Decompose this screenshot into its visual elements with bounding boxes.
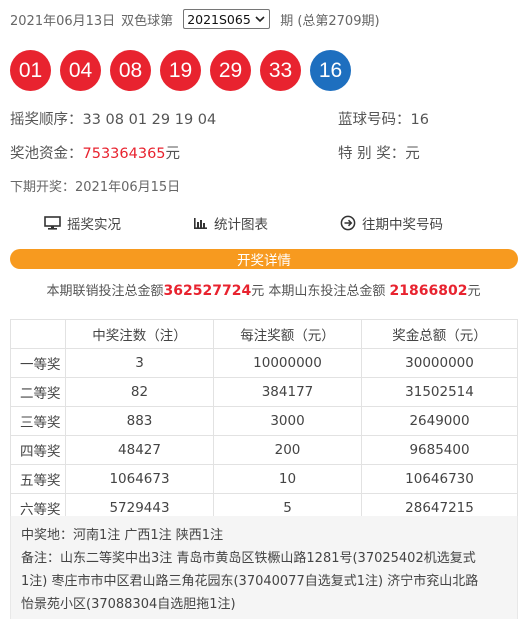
red-ball-1: 01 (10, 50, 51, 91)
prize-per-ticket: 3000 (213, 406, 362, 436)
table-row: 五等奖 1064673 10 10646730 (10, 464, 518, 494)
remarks-line: 怡景苑小区(37088304自选胆拖1注) (21, 597, 236, 612)
lottery-name: 双色球第 (121, 13, 174, 29)
table-row: 二等奖 82 384177 31502514 (10, 377, 518, 407)
prize-rank: 二等奖 (10, 377, 66, 407)
red-ball-4: 19 (160, 50, 201, 91)
table-header (10, 319, 66, 349)
blue-number-value: 16 (410, 112, 429, 128)
table-header: 每注奖额（元） (213, 319, 362, 349)
winner-count: 82 (65, 377, 214, 407)
prize-total: 30000000 (361, 348, 518, 378)
issue-select-value: 2021S065 (187, 11, 251, 27)
red-ball-3: 08 (110, 50, 151, 91)
red-ball-5: 29 (210, 50, 251, 91)
table-header-row: 中奖注数（注） 每注奖额（元） 奖金总额（元） (10, 319, 518, 349)
prize-per-ticket: 384177 (213, 377, 362, 407)
prize-table: 中奖注数（注） 每注奖额（元） 奖金总额（元） 一等奖 3 10000000 3… (10, 319, 518, 523)
local-sales-unit: 元 (467, 284, 481, 299)
nav-live-draw[interactable]: 摇奖实况 (44, 213, 121, 233)
chevron-down-icon (255, 16, 265, 23)
special-prize: 特 别 奖：元 (338, 142, 420, 163)
winner-count: 1064673 (65, 464, 214, 494)
local-sales-value: 21866802 (389, 283, 468, 299)
national-sales-label: 本期联销投注总金额 (46, 284, 164, 299)
prize-per-ticket: 200 (213, 435, 362, 465)
draw-details-bar[interactable]: 开奖详情 (10, 249, 518, 269)
prize-total: 10646730 (361, 464, 518, 494)
table-header: 奖金总额（元） (361, 319, 518, 349)
nav-past-numbers-label: 往期中奖号码 (362, 217, 443, 233)
notes-box: 中奖地：河南1注 广西1注 陕西1注 备注：山东二等奖中出3注 青岛市黄岛区铁橛… (10, 516, 518, 619)
prize-rank: 四等奖 (10, 435, 66, 465)
winners-location: 中奖地：河南1注 广西1注 陕西1注 (21, 528, 224, 543)
prize-total: 2649000 (361, 406, 518, 436)
draw-order-label: 摇奖顺序： (10, 112, 83, 128)
draw-header: 2021年06月13日 双色球第 2021S065 期 (总第2709期) (10, 9, 380, 29)
prize-pool-unit: 元 (165, 146, 181, 162)
prize-pool-value: 753364365 (82, 146, 166, 162)
nav-row: 摇奖实况 统计图表 往期中奖号码 (0, 213, 527, 235)
winner-count: 48427 (65, 435, 214, 465)
blue-number-label: 蓝球号码： (338, 112, 411, 128)
prize-rank: 一等奖 (10, 348, 66, 378)
red-ball-2: 04 (60, 50, 101, 91)
special-prize-label: 特 别 奖： (338, 146, 406, 162)
draw-order: 摇奖顺序：33 08 01 29 19 04 (10, 108, 216, 129)
monitor-icon (44, 216, 61, 230)
local-sales-label: 本期山东投注总金额 (264, 284, 390, 299)
nav-statistics-chart-label: 统计图表 (214, 217, 268, 233)
winner-count: 883 (65, 406, 214, 436)
bar-chart-icon (194, 218, 207, 229)
special-prize-unit: 元 (405, 146, 420, 162)
remarks-line: 备注：山东二等奖中出3注 青岛市黄岛区铁橛山路1281号(37025402机选复… (21, 551, 476, 566)
national-sales-value: 362527724 (163, 283, 252, 299)
prize-per-ticket: 10000000 (213, 348, 362, 378)
draw-order-value: 33 08 01 29 19 04 (82, 112, 217, 128)
next-draw: 下期开奖：2021年06月15日 (10, 180, 181, 195)
nav-past-numbers[interactable]: 往期中奖号码 (340, 213, 443, 233)
prize-rank: 五等奖 (10, 464, 66, 494)
winning-balls: 01 04 08 19 29 33 16 (10, 50, 360, 91)
prize-pool-label: 奖池资金： (10, 146, 83, 162)
prize-total: 9685400 (361, 435, 518, 465)
prize-pool: 奖池资金：753364365元 (10, 142, 180, 163)
table-header: 中奖注数（注） (65, 319, 214, 349)
blue-ball: 16 (310, 50, 351, 91)
period-text: 期 (总第2709期) (280, 13, 380, 29)
prize-rank: 三等奖 (10, 406, 66, 436)
table-row: 三等奖 883 3000 2649000 (10, 406, 518, 436)
winner-count: 3 (65, 348, 214, 378)
table-row: 一等奖 3 10000000 30000000 (10, 348, 518, 378)
issue-select[interactable]: 2021S065 (183, 9, 271, 29)
sales-summary: 本期联销投注总金额362527724元 本期山东投注总金额 21866802元 (0, 280, 527, 299)
national-sales-unit: 元 (251, 284, 265, 299)
nav-statistics-chart[interactable]: 统计图表 (193, 213, 268, 233)
red-ball-6: 33 (260, 50, 301, 91)
prize-total: 31502514 (361, 377, 518, 407)
prize-per-ticket: 10 (213, 464, 362, 494)
remarks-line: 1注) 枣庄市市中区君山路三角花园东(37040077自选复式1注) 济宁市兖山… (21, 574, 479, 589)
draw-date: 2021年06月13日 (10, 13, 116, 29)
arrow-circle-icon (340, 215, 356, 231)
prize-table-wrap: 中奖注数（注） 每注奖额（元） 奖金总额（元） 一等奖 3 10000000 3… (10, 319, 518, 523)
nav-live-draw-label: 摇奖实况 (67, 217, 121, 233)
blue-number: 蓝球号码：16 (338, 108, 429, 129)
table-row: 四等奖 48427 200 9685400 (10, 435, 518, 465)
